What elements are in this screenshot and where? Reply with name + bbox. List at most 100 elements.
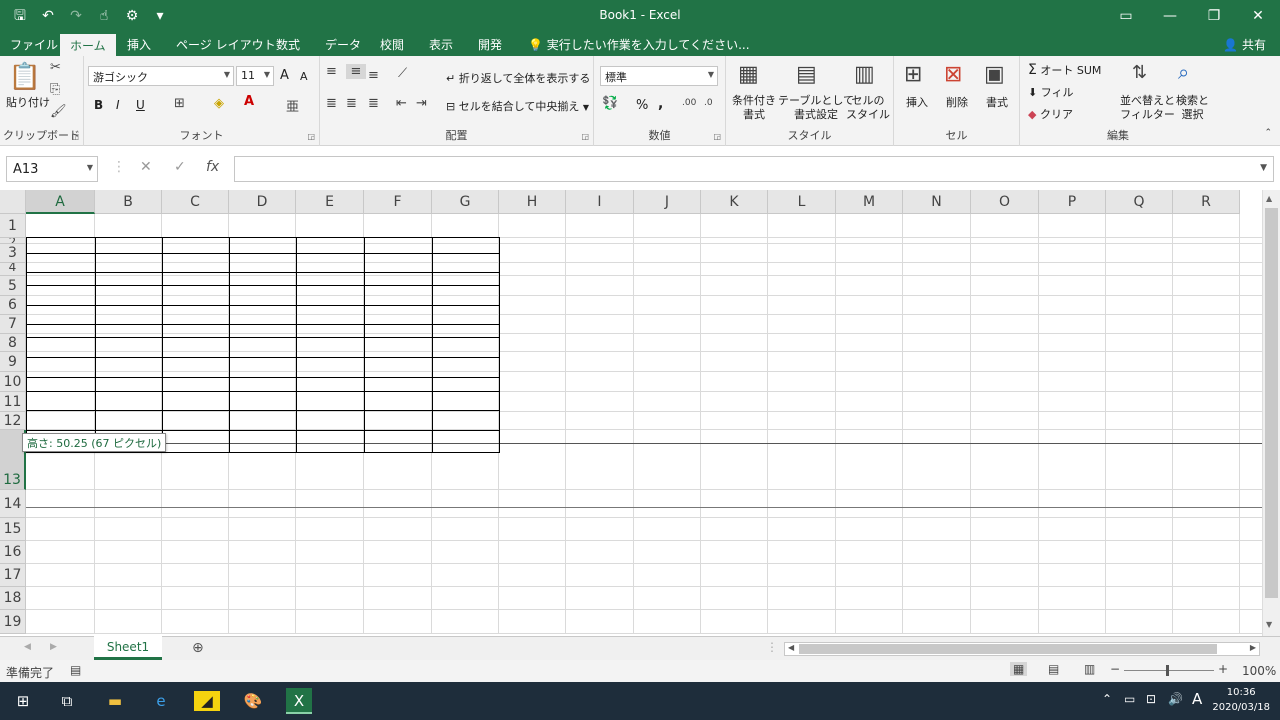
bold-button[interactable]: B <box>94 98 103 112</box>
table-cell[interactable] <box>229 324 297 338</box>
table-cell[interactable] <box>26 377 96 392</box>
insert-function-icon[interactable]: fx <box>206 159 219 175</box>
column-header-k[interactable]: K <box>701 190 768 214</box>
orientation-icon[interactable]: ⟋ <box>398 66 407 81</box>
align-middle-icon[interactable]: ≡ <box>346 64 366 79</box>
share-button[interactable]: 👤 共有 <box>1223 36 1266 53</box>
table-cell[interactable] <box>26 324 96 338</box>
table-cell[interactable] <box>95 357 163 378</box>
table-cell[interactable] <box>26 337 96 358</box>
scroll-thumb[interactable] <box>1265 208 1278 598</box>
table-cell[interactable] <box>26 305 96 325</box>
select-all-button[interactable] <box>0 190 26 214</box>
row-header-4[interactable]: 4 <box>0 263 26 276</box>
font-name-combo[interactable]: 游ゴシック ▼ <box>88 66 234 86</box>
table-cell[interactable] <box>162 430 230 453</box>
align-top-icon[interactable]: ≡ <box>326 64 337 79</box>
fill-button[interactable]: ⬇ フィル <box>1028 84 1074 100</box>
table-cell[interactable] <box>296 305 365 325</box>
table-cell[interactable] <box>26 253 96 273</box>
column-header-e[interactable]: E <box>296 190 364 214</box>
table-cell[interactable] <box>364 237 433 254</box>
row-header-1[interactable]: 1 <box>0 214 26 238</box>
table-cell[interactable] <box>364 253 433 273</box>
conditional-formatting-icon[interactable]: ▦ <box>738 62 759 87</box>
scroll-right-icon[interactable]: ▶ <box>1250 643 1256 652</box>
font-color-icon[interactable]: A <box>244 94 254 109</box>
scroll-down-icon[interactable]: ▼ <box>1266 620 1272 629</box>
column-header-l[interactable]: L <box>768 190 836 214</box>
table-cell[interactable] <box>296 272 365 286</box>
table-cell[interactable] <box>432 253 500 273</box>
table-cell[interactable] <box>296 324 365 338</box>
column-header-b[interactable]: B <box>95 190 162 214</box>
grow-font-button[interactable]: A <box>280 68 289 83</box>
horizontal-scrollbar[interactable]: ◀ ▶ <box>784 642 1260 656</box>
row-header-19[interactable]: 19 <box>0 610 26 634</box>
row-header-12[interactable]: 12 <box>0 412 26 430</box>
table-cell[interactable] <box>432 337 500 358</box>
column-header-q[interactable]: Q <box>1106 190 1173 214</box>
table-cell[interactable] <box>26 237 96 254</box>
copy-icon[interactable]: ⎘ <box>50 82 60 97</box>
prev-sheet-icon[interactable]: ◀ <box>24 642 31 652</box>
italic-button[interactable]: I <box>116 98 120 112</box>
next-sheet-icon[interactable]: ▶ <box>50 642 57 652</box>
align-bottom-icon[interactable]: ≡ <box>368 68 379 83</box>
table-cell[interactable] <box>432 430 500 453</box>
phonetic-guide-icon[interactable]: 亜 <box>286 96 299 115</box>
currency-icon[interactable]: 💱 <box>602 96 618 111</box>
table-cell[interactable] <box>95 285 163 306</box>
formula-input[interactable]: ▼ <box>234 156 1274 182</box>
comma-button[interactable]: , <box>658 96 663 112</box>
excel-taskbar-icon[interactable]: X <box>286 688 312 714</box>
table-cell[interactable] <box>432 285 500 306</box>
table-cell[interactable] <box>432 305 500 325</box>
tab-data[interactable]: データ <box>325 36 361 53</box>
insert-cells-button[interactable]: 挿入 <box>906 94 928 110</box>
table-cell[interactable] <box>162 410 230 431</box>
shrink-font-button[interactable]: A <box>300 70 308 83</box>
tab-insert[interactable]: 挿入 <box>127 36 151 53</box>
restore-button[interactable]: ❐ <box>1192 0 1236 32</box>
table-cell[interactable] <box>229 391 297 411</box>
row-header-11[interactable]: 11 <box>0 392 26 412</box>
table-cell[interactable] <box>432 410 500 431</box>
column-header-r[interactable]: R <box>1173 190 1240 214</box>
format-cells-button[interactable]: 書式 <box>986 94 1008 110</box>
minimize-button[interactable]: — <box>1148 0 1192 32</box>
file-explorer-icon[interactable]: ▬ <box>102 688 128 714</box>
clock[interactable]: 10:36 2020/03/18 <box>1212 685 1270 715</box>
table-cell[interactable] <box>364 272 433 286</box>
add-sheet-icon[interactable]: ⊕ <box>192 640 204 656</box>
scroll-up-icon[interactable]: ▲ <box>1266 194 1272 203</box>
column-header-c[interactable]: C <box>162 190 229 214</box>
format-cells-icon[interactable]: ▣ <box>984 62 1005 87</box>
cell-styles-icon[interactable]: ▥ <box>854 62 875 87</box>
table-cell[interactable] <box>95 377 163 392</box>
table-cell[interactable] <box>26 391 96 411</box>
format-painter-icon[interactable]: 🖌 <box>50 104 67 119</box>
clear-button[interactable]: ◆ クリア <box>1028 106 1073 122</box>
tab-review[interactable]: 校閲 <box>380 36 404 53</box>
table-cell[interactable] <box>162 272 230 286</box>
table-cell[interactable] <box>432 237 500 254</box>
conditional-formatting-button[interactable]: 条件付き 書式 <box>732 94 776 122</box>
zoom-in-icon[interactable]: + <box>1218 662 1228 676</box>
table-cell[interactable] <box>162 253 230 273</box>
enter-icon[interactable]: ✓ <box>174 159 186 175</box>
borders-icon[interactable]: ⊞ <box>174 96 185 111</box>
dialog-launcher-icon[interactable]: ◲ <box>581 132 589 141</box>
battery-icon[interactable]: ▭ <box>1124 692 1135 706</box>
table-cell[interactable] <box>432 357 500 378</box>
fill-color-icon[interactable]: ◈ <box>214 96 224 111</box>
column-header-a[interactable]: A <box>26 190 95 214</box>
column-header-n[interactable]: N <box>903 190 971 214</box>
table-cell[interactable] <box>296 357 365 378</box>
table-cell[interactable] <box>26 272 96 286</box>
table-cell[interactable] <box>229 253 297 273</box>
delete-cells-button[interactable]: 削除 <box>946 94 968 110</box>
table-cell[interactable] <box>229 410 297 431</box>
tab-developer[interactable]: 開発 <box>478 36 502 53</box>
align-right-icon[interactable]: ≣ <box>368 96 379 111</box>
